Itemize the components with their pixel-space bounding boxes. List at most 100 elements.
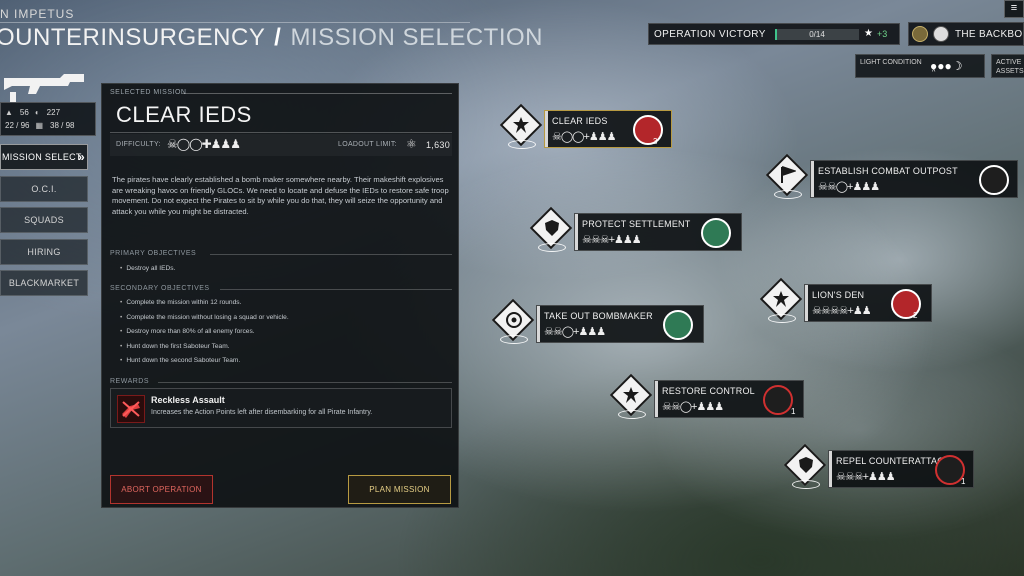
nav-oci[interactable]: O.C.I. xyxy=(0,176,88,202)
soldier-icons: ♟♟♟ xyxy=(578,326,606,338)
explosion-icon xyxy=(773,291,789,307)
card-accent xyxy=(575,214,578,250)
light-condition-label: LIGHT CONDITION xyxy=(860,59,922,66)
plan-mission-button[interactable]: PLAN MISSION xyxy=(348,475,451,504)
active-assets[interactable]: ACTIVE ASSETS xyxy=(991,54,1024,78)
mission-node-ring xyxy=(500,335,528,344)
operation-progress-text: 0/14 xyxy=(809,30,825,39)
mission-badge-count: 1 xyxy=(791,407,796,416)
page-title-sub: MISSION SELECTION xyxy=(290,24,543,51)
loadout-icon: ⚛ xyxy=(406,137,418,151)
chevron-up-icon: ^ xyxy=(932,69,936,76)
mission-card-requirements: ☠☠☠+♟♟♟ xyxy=(582,233,642,246)
requirement-icons: ☠☠☠+ xyxy=(836,471,869,483)
mission-meta-row: DIFFICULTY: ☠◯◯✚♟♟♟ LOADOUT LIMIT: ⚛ 1,6… xyxy=(110,134,452,156)
header-divider xyxy=(0,22,470,23)
page-title: OUNTERINSURGENCY / MISSION SELECTION xyxy=(0,24,543,52)
squad-stat-2: 227 xyxy=(46,108,61,117)
mission-node-ring xyxy=(538,243,566,252)
ammo-icon: ▦ xyxy=(35,121,44,130)
requirement-icons: ☠☠☠☠+ xyxy=(812,305,854,317)
mission-node-ring xyxy=(508,140,536,149)
chevron-right-icon: » xyxy=(78,150,85,164)
rewards-label: REWARDS xyxy=(110,378,150,385)
difficulty-icons: ☠◯◯✚♟♟♟ xyxy=(167,137,241,151)
mission-card-title: TAKE OUT BOMBMAKER xyxy=(544,311,653,321)
reward-description: Increases the Action Points left after d… xyxy=(151,409,373,416)
mission-card[interactable]: ESTABLISH COMBAT OUTPOST ☠☠◯+♟♟♟ xyxy=(810,160,1018,198)
squad-stat-1: 56 xyxy=(19,108,29,117)
soldier-icons: ♟♟♟ xyxy=(696,401,724,413)
abort-operation-button[interactable]: ABORT OPERATION xyxy=(110,475,213,504)
star-icon: ★ xyxy=(864,28,873,39)
operation-victory-label: OPERATION VICTORY xyxy=(654,29,766,40)
mission-card[interactable]: RESTORE CONTROL ☠☠◯+♟♟♟ 1 xyxy=(654,380,804,418)
secondary-objective: Complete the mission within 12 rounds. xyxy=(120,299,241,306)
reward-title: Reckless Assault xyxy=(151,395,225,405)
nav-mission-select[interactable]: MISSION SELECT » xyxy=(0,144,88,170)
card-accent xyxy=(545,111,548,147)
reward-card: Reckless Assault Increases the Action Po… xyxy=(110,388,452,428)
divider xyxy=(158,382,452,383)
selected-mission-label: SELECTED MISSION xyxy=(110,89,187,96)
loadout-value: 1,630 xyxy=(426,140,451,150)
mission-node-ring xyxy=(774,190,802,199)
mission-card-requirements: ☠☠◯+♟♟♟ xyxy=(544,325,606,338)
divider xyxy=(110,132,452,133)
page-title-separator: / xyxy=(274,24,282,51)
mission-card-title: ESTABLISH COMBAT OUTPOST xyxy=(818,166,958,176)
difficulty-label: DIFFICULTY: xyxy=(116,141,161,148)
faction-card[interactable]: THE BACKBO xyxy=(908,22,1024,46)
radio-tower-badge-icon xyxy=(763,385,793,415)
soldier-icon: ▲ xyxy=(5,108,13,117)
operation-bonus: +3 xyxy=(877,29,888,39)
explosion-icon xyxy=(513,117,529,133)
mission-card-requirements: ☠☠☠☠+♟♟ xyxy=(812,304,872,317)
requirement-icons: ☠☠◯+ xyxy=(544,326,579,338)
mission-card[interactable]: CLEAR IEDS ☠◯◯+♟♟♟ 3 xyxy=(544,110,672,148)
card-accent xyxy=(655,381,658,417)
mission-type-badge-icon xyxy=(633,115,663,145)
nav-hiring[interactable]: HIRING xyxy=(0,239,88,265)
mission-node-ring xyxy=(618,410,646,419)
light-condition[interactable]: LIGHT CONDITION ●●●☽ ^ xyxy=(855,54,985,78)
soldier-icons: ♟♟♟ xyxy=(614,234,642,246)
operation-victory-bar: OPERATION VICTORY 0/14 ★ +3 xyxy=(648,23,900,45)
soldier-icons: ♟♟♟ xyxy=(868,471,896,483)
operation-progress-bar: 0/14 xyxy=(775,29,859,40)
bombmaker-badge-icon xyxy=(663,310,693,340)
settlement-badge-icon xyxy=(701,218,731,248)
secondary-objectives-label: SECONDARY OBJECTIVES xyxy=(110,285,210,292)
card-accent xyxy=(811,161,814,197)
mission-badge-count: 1 xyxy=(961,477,966,486)
mission-node-ring xyxy=(768,314,796,323)
mission-badge-count: 3 xyxy=(653,137,658,146)
soldier-icons: ♟♟♟ xyxy=(588,131,617,143)
squad-stat-4: 38 / 98 xyxy=(50,121,75,130)
faction-emblem-icon xyxy=(912,26,928,42)
mission-card-requirements: ☠◯◯+♟♟♟ xyxy=(552,130,616,143)
mission-card[interactable]: LION'S DEN ☠☠☠☠+♟♟ 2 xyxy=(804,284,932,322)
mission-card[interactable]: PROTECT SETTLEMENT ☠☠☠+♟♟♟ xyxy=(574,213,742,251)
mission-card-requirements: ☠☠☠+♟♟♟ xyxy=(836,470,896,483)
mission-card[interactable]: TAKE OUT BOMBMAKER ☠☠◯+♟♟♟ xyxy=(536,305,704,343)
hamburger-icon[interactable]: ≡ xyxy=(1004,0,1024,18)
weapon-icon xyxy=(4,74,84,102)
flag-icon xyxy=(781,166,796,183)
card-accent xyxy=(537,306,540,342)
primary-objectives-label: PRIMARY OBJECTIVES xyxy=(110,250,197,257)
requirement-icons: ☠☠◯+ xyxy=(818,181,853,193)
mission-card-title: RESTORE CONTROL xyxy=(662,386,755,396)
loadout-label: LOADOUT LIMIT: xyxy=(338,141,397,148)
outpost-badge-icon xyxy=(979,165,1009,195)
mission-card-title: REPEL COUNTERATTACK xyxy=(836,456,951,466)
secondary-objective: Destroy more than 80% of all enemy force… xyxy=(120,328,254,335)
target-icon xyxy=(506,312,522,328)
card-accent xyxy=(805,285,808,321)
card-accent xyxy=(829,451,832,487)
mission-card[interactable]: REPEL COUNTERATTACK ☠☠☠+♟♟♟ 1 xyxy=(828,450,974,488)
nav-blackmarket[interactable]: BLACKMARKET xyxy=(0,270,88,296)
squad-stat-3: 22 / 96 xyxy=(5,121,30,130)
divider xyxy=(220,289,452,290)
nav-squads[interactable]: SQUADS xyxy=(0,207,88,233)
